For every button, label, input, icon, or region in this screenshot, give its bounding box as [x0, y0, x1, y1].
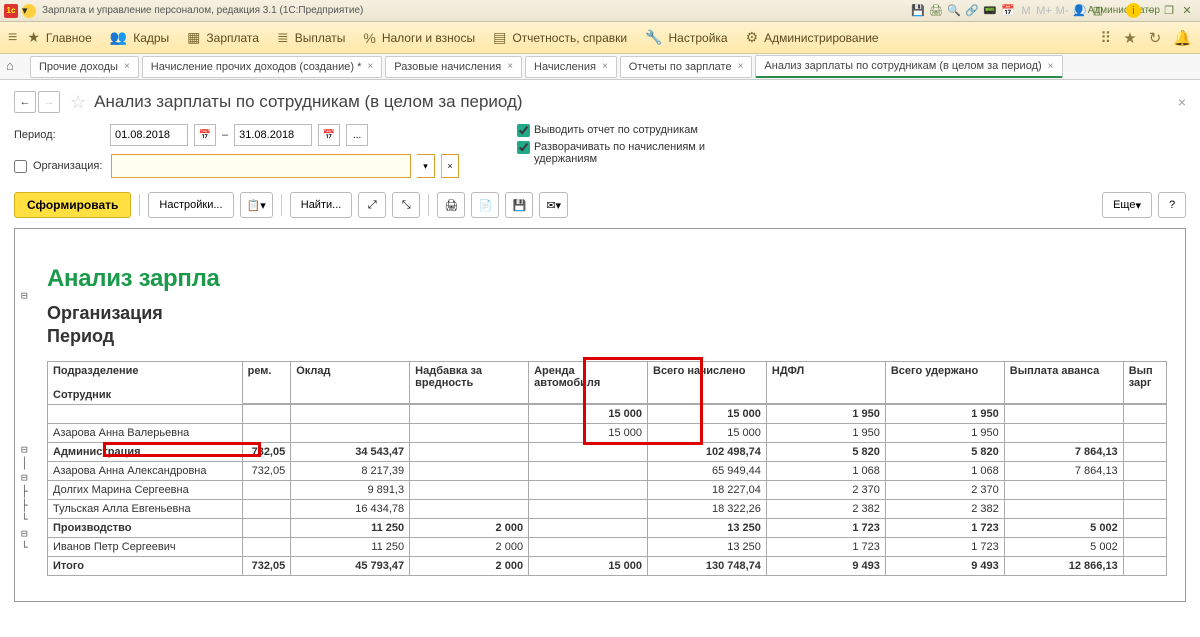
- calendar-icon[interactable]: 📅: [318, 124, 340, 146]
- org-checkbox[interactable]: [14, 160, 27, 173]
- report-sub-org: Организация: [47, 303, 1175, 324]
- page-title: Анализ зарплаты по сотрудникам (в целом …: [94, 92, 522, 112]
- table-row[interactable]: Долгих Марина Сергеевна9 891,318 227,042…: [48, 481, 1167, 500]
- forward-button[interactable]: →: [38, 91, 60, 113]
- link-icon[interactable]: 🔗: [964, 3, 980, 19]
- close-icon[interactable]: ✕: [1179, 3, 1195, 19]
- close-icon[interactable]: ×: [367, 61, 373, 72]
- history-icon[interactable]: ↻: [1149, 29, 1162, 47]
- titlebar: 1c ▾ Зарплата и управление персоналом, р…: [0, 0, 1200, 22]
- menu-hr[interactable]: 👥Кадры: [110, 29, 169, 46]
- chk-by-employee[interactable]: [517, 124, 530, 137]
- tab-3[interactable]: Начисления×: [525, 56, 617, 78]
- period-more-button[interactable]: ...: [346, 124, 368, 146]
- minimize-icon[interactable]: −: [1143, 3, 1159, 19]
- save-icon[interactable]: 💾: [505, 192, 533, 218]
- search-icon[interactable]: 🔍: [946, 3, 962, 19]
- mminus-icon[interactable]: M-: [1054, 3, 1070, 19]
- calendar-icon[interactable]: 📅: [1000, 3, 1016, 19]
- menu-icon[interactable]: ≡: [8, 29, 17, 47]
- menu-salary[interactable]: ▦Зарплата: [187, 29, 259, 46]
- tab-1[interactable]: Начисление прочих доходов (создание) *×: [142, 56, 382, 78]
- favorite-icon[interactable]: ☆: [70, 92, 86, 113]
- table-row[interactable]: Производство11 2502 00013 2501 7231 7235…: [48, 519, 1167, 538]
- menu-taxes[interactable]: %Налоги и взносы: [363, 30, 475, 46]
- help-button[interactable]: ?: [1158, 192, 1186, 218]
- table-row[interactable]: Тульская Алла Евгеньевна16 434,7818 322,…: [48, 500, 1167, 519]
- home-icon[interactable]: ⌂: [6, 58, 24, 76]
- close-icon[interactable]: ×: [1048, 61, 1054, 72]
- chk-expand[interactable]: [517, 141, 530, 154]
- table-row[interactable]: Итого732,0545 793,472 00015 000130 748,7…: [48, 557, 1167, 576]
- preview-icon[interactable]: 📄: [471, 192, 499, 218]
- tabbar: ⌂ Прочие доходы× Начисление прочих доход…: [0, 54, 1200, 80]
- page-header: ← → ☆ Анализ зарплаты по сотрудникам (в …: [0, 80, 1200, 124]
- maximize-icon[interactable]: ❐: [1161, 3, 1177, 19]
- generate-button[interactable]: Сформировать: [14, 192, 131, 218]
- toolbar-icon-1[interactable]: 📋▾: [240, 192, 273, 218]
- close-icon[interactable]: ×: [602, 61, 608, 72]
- window-title: Зарплата и управление персоналом, редакц…: [42, 5, 909, 16]
- user-icon[interactable]: 👤Администратор: [1108, 3, 1124, 19]
- tab-4[interactable]: Отчеты по зарплате×: [620, 56, 753, 78]
- close-icon[interactable]: ×: [124, 61, 130, 72]
- info-icon[interactable]: i: [1126, 3, 1141, 18]
- bell-icon[interactable]: 🔔: [1173, 29, 1192, 47]
- app-logo: 1c: [4, 4, 18, 18]
- menu-reports[interactable]: ▤Отчетность, справки: [493, 29, 627, 46]
- menu-admin[interactable]: ⚙Администрирование: [746, 29, 879, 46]
- tab-2[interactable]: Разовые начисления×: [385, 56, 522, 78]
- tab-0[interactable]: Прочие доходы×: [30, 56, 139, 78]
- org-input[interactable]: [111, 154, 411, 178]
- page-close-icon[interactable]: ×: [1178, 94, 1186, 110]
- collapse-icon[interactable]: ⤡: [392, 192, 420, 218]
- menu-settings[interactable]: 🔧Настройка: [645, 29, 728, 46]
- star-icon[interactable]: ★: [1123, 29, 1136, 47]
- menu-main[interactable]: ★Главное: [27, 29, 91, 46]
- save-icon[interactable]: 💾: [910, 3, 926, 19]
- menubar: ≡ ★Главное 👥Кадры ▦Зарплата ≣Выплаты %На…: [0, 22, 1200, 54]
- toolbar: Сформировать Настройки... 📋▾ Найти... ⤢ …: [0, 188, 1200, 222]
- table-row[interactable]: Иванов Петр Сергеевич11 2502 00013 2501 …: [48, 538, 1167, 557]
- table-row[interactable]: Азарова Анна Александровна732,058 217,39…: [48, 462, 1167, 481]
- expand-icon[interactable]: ⤢: [358, 192, 386, 218]
- tab-5[interactable]: Анализ зарплаты по сотрудникам (в целом …: [755, 55, 1062, 78]
- menu-payments[interactable]: ≣Выплаты: [277, 29, 345, 46]
- calc-icon[interactable]: 📟: [982, 3, 998, 19]
- close-icon[interactable]: ×: [507, 61, 513, 72]
- period-label: Период:: [14, 129, 104, 141]
- back-button[interactable]: ←: [14, 91, 36, 113]
- print-icon[interactable]: 🖨: [928, 3, 944, 19]
- settings-button[interactable]: Настройки...: [148, 192, 233, 218]
- org-label: Организация:: [33, 160, 105, 172]
- mail-icon[interactable]: ✉▾: [539, 192, 568, 218]
- more-button[interactable]: Еще ▾: [1102, 192, 1152, 218]
- apps-icon[interactable]: ⠿: [1100, 29, 1111, 47]
- date-from-input[interactable]: [110, 124, 188, 146]
- find-button[interactable]: Найти...: [290, 192, 353, 218]
- params-panel: Период: 📅 – 📅 ... Организация: ▾ × Вывод…: [0, 124, 1200, 188]
- org-clear-button[interactable]: ×: [441, 154, 459, 178]
- report-sub-period: Период: [47, 326, 1175, 347]
- date-to-input[interactable]: [234, 124, 312, 146]
- m-icon[interactable]: M: [1018, 3, 1034, 19]
- highlight-box-2: [583, 357, 703, 445]
- print-icon[interactable]: 🖨: [437, 192, 465, 218]
- dropdown-icon[interactable]: ▾: [22, 4, 36, 18]
- mplus-icon[interactable]: M+: [1036, 3, 1052, 19]
- tree-outline[interactable]: ⊟⊟│⊟├├└⊟└: [21, 289, 41, 555]
- report-title: Анализ зарпла: [47, 265, 1175, 293]
- org-dropdown-icon[interactable]: ▾: [417, 154, 435, 178]
- close-icon[interactable]: ×: [738, 61, 744, 72]
- highlight-box-1: [103, 442, 261, 457]
- calendar-icon[interactable]: 📅: [194, 124, 216, 146]
- report-area: ⊟⊟│⊟├├└⊟└ Анализ зарпла Организация Пери…: [14, 228, 1186, 602]
